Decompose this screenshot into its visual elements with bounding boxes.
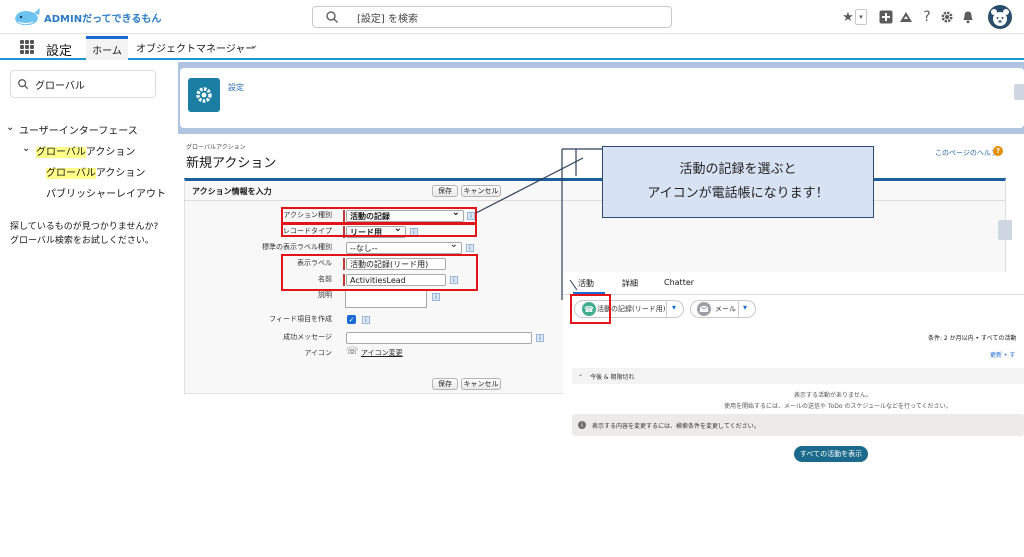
- collapse-toggle-icon[interactable]: [1014, 84, 1024, 100]
- hint-line: 探しているものが見つかりませんか?: [10, 222, 159, 232]
- section-header-bar[interactable]: [572, 368, 1024, 384]
- callout-box: 活動の記録を選ぶと アイコンが電話帳になります！: [602, 146, 874, 218]
- tree-item-rest: アクション: [95, 168, 146, 179]
- section-title: 今後 & 期限切れ: [590, 374, 635, 381]
- tree-item-publisher-layout[interactable]: パブリッシャーレイアウト: [46, 185, 166, 200]
- divider: [666, 300, 667, 318]
- setup-gear-icon: [188, 78, 220, 112]
- empty-text: 表示する活動がありません。: [794, 392, 872, 399]
- tab-object-manager[interactable]: オブジェクトマネージャー: [136, 36, 255, 58]
- description-textarea[interactable]: [345, 290, 427, 308]
- cancel-button-bottom[interactable]: キャンセル: [461, 378, 501, 390]
- highlight-text: グローバル: [36, 147, 86, 158]
- tree-group-rest: アクション: [85, 147, 136, 158]
- tree-toggle-icon[interactable]: ⌄: [22, 143, 30, 154]
- form-heading: アクション情報を入力: [192, 187, 272, 196]
- highlight-label-name: [281, 254, 478, 291]
- gear-icon[interactable]: [939, 9, 955, 25]
- change-icon-link[interactable]: アイコン変更: [361, 348, 403, 358]
- tree-toggle-icon[interactable]: ⌄: [6, 122, 14, 133]
- page-title: 新規アクション: [186, 156, 277, 171]
- empty-hint: 使用を開始するには、メールの送信や ToDo のスケジュールなどを行ってください…: [724, 403, 952, 410]
- favorites-star-icon[interactable]: ★: [842, 9, 854, 25]
- help-link[interactable]: このページのヘルプ: [935, 148, 998, 158]
- global-search-input[interactable]: [設定] を検索: [312, 6, 672, 28]
- create-feed-label: フィード項目を作成: [269, 315, 332, 323]
- save-button-bottom[interactable]: 保存: [432, 378, 458, 390]
- collapse-toggle-icon[interactable]: [998, 220, 1012, 240]
- tree-item-global-actions[interactable]: グローバルアクション: [46, 164, 145, 179]
- banner-text: 表示する内容を変更するには、検索条件を変更してください。: [592, 423, 760, 430]
- quick-find-value: グローバル: [35, 80, 85, 92]
- callout-line: 活動の記録を選ぶと: [679, 162, 797, 177]
- logo-text: ADMINだってできるもん: [44, 13, 162, 25]
- highlight-action-type: [281, 207, 477, 224]
- favorites-dropdown-icon[interactable]: ▾: [855, 9, 867, 25]
- save-button[interactable]: 保存: [432, 185, 458, 197]
- icon-label: アイコン: [304, 349, 332, 357]
- tab-details[interactable]: 詳細: [622, 278, 638, 289]
- avatar-face-icon: [991, 9, 1009, 26]
- user-avatar[interactable]: [988, 5, 1012, 29]
- highlight-record-type: [281, 223, 477, 237]
- chevron-down-icon[interactable]: ▾: [672, 303, 676, 312]
- chevron-down-icon[interactable]: ⌄: [578, 371, 583, 378]
- show-all-activities-button[interactable]: すべての活動を表示: [794, 446, 868, 462]
- filter-text: 条件: 2 か月以内 • すべての活動: [928, 335, 1017, 342]
- info-icon[interactable]: i: [536, 334, 544, 342]
- info-icon[interactable]: i: [362, 316, 370, 324]
- chevron-down-icon[interactable]: ⌄: [250, 40, 258, 51]
- std-label-type-label: 標準の表示ラベル種別: [262, 243, 332, 251]
- tab-home[interactable]: ホーム: [86, 36, 128, 60]
- setup-link[interactable]: 設定: [228, 82, 244, 93]
- chevron-down-icon[interactable]: ▾: [743, 303, 747, 312]
- tab-chatter[interactable]: Chatter: [664, 278, 694, 287]
- info-icon: i: [578, 421, 586, 429]
- no-results-hint: 探しているものが見つかりませんか? グローバル検索をお試しください。: [10, 220, 175, 248]
- tree-section-ui[interactable]: ユーザーインターフェース: [19, 122, 138, 137]
- breadcrumb: グローバルアクション: [186, 144, 246, 151]
- success-message-input[interactable]: [346, 332, 532, 344]
- global-actions-icon[interactable]: [878, 9, 894, 25]
- search-icon: [326, 11, 339, 24]
- std-label-type-select[interactable]: --なし--: [346, 239, 462, 254]
- whale-logo-icon: [15, 8, 40, 26]
- divider: [563, 294, 1024, 295]
- email-icon: [697, 302, 711, 316]
- trailhead-icon[interactable]: [898, 9, 914, 25]
- callout-line: アイコンが電話帳になります！: [647, 186, 829, 201]
- success-message-label: 成功メッセージ: [283, 333, 332, 341]
- app-name: 設定: [46, 44, 73, 59]
- connector-line: [569, 280, 577, 290]
- divider: [738, 300, 739, 318]
- search-placeholder: [設定] を検索: [357, 13, 418, 25]
- hint-line: グローバル検索をお試しください。: [10, 236, 154, 246]
- setup-header-card: [180, 68, 1024, 128]
- help-icon[interactable]: ?: [993, 146, 1003, 156]
- tab-activity[interactable]: 活動: [578, 278, 594, 289]
- quick-find-input[interactable]: グローバル: [10, 70, 156, 98]
- refresh-link[interactable]: 更新 • す: [990, 350, 1015, 359]
- search-icon: [18, 79, 29, 90]
- tree-group-global-actions[interactable]: グローバルアクション: [36, 143, 135, 158]
- highlight-log-button: [570, 294, 611, 324]
- highlight-text: グローバル: [46, 168, 96, 179]
- phone-book-icon: ☏: [346, 346, 359, 357]
- site-logo[interactable]: ADMINだってできるもん: [12, 4, 161, 30]
- info-icon[interactable]: i: [432, 293, 440, 301]
- notification-bell-icon[interactable]: [960, 9, 976, 25]
- help-icon[interactable]: ?: [919, 9, 935, 25]
- create-feed-checkbox[interactable]: ✓: [347, 315, 356, 324]
- description-label: 説明: [318, 291, 332, 299]
- app-launcher-icon[interactable]: [20, 40, 34, 54]
